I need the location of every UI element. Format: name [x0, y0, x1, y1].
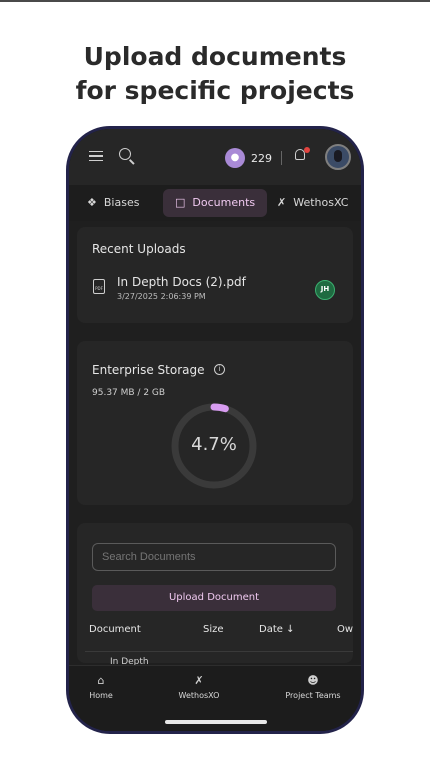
table-divider: [85, 651, 353, 652]
tab-bar: ❖ Biases □ Documents ✗ WethosXC: [69, 185, 361, 221]
upload-document-button[interactable]: Upload Document: [92, 585, 336, 611]
owl-badge-icon[interactable]: ●: [225, 148, 245, 168]
bottom-nav: ⌂ Home ✗ WethosXO ☻ Project Teams: [69, 665, 361, 731]
headline-line-1: Upload documents: [83, 42, 347, 71]
storage-card: Enterprise Storage i 95.37 MB / 2 GB 4.7…: [77, 341, 353, 505]
brain-icon: ❖: [87, 196, 97, 209]
phone-frame: ● 229 ❖ Biases □ Documents ✗ WethosXC Recen…: [66, 126, 364, 734]
avatar[interactable]: [325, 144, 351, 170]
credit-count: 229: [251, 152, 272, 165]
column-document[interactable]: Document: [89, 624, 141, 635]
tab-documents-label: Documents: [192, 196, 256, 209]
notification-dot: [304, 147, 310, 153]
nav-home-label: Home: [89, 691, 113, 700]
nav-wethosxo[interactable]: ✗ WethosXO: [169, 674, 229, 700]
recent-file-name[interactable]: In Depth Docs (2).pdf: [117, 275, 246, 289]
search-documents-input[interactable]: [92, 543, 336, 571]
pdf-icon: PDF: [93, 279, 105, 294]
home-icon: ⌂: [97, 674, 105, 687]
storage-title: Enterprise Storage: [92, 363, 205, 377]
tab-wethosxc[interactable]: ✗ WethosXC: [277, 189, 348, 217]
nav-project-teams[interactable]: ☻ Project Teams: [277, 674, 349, 700]
tab-biases-label: Biases: [103, 196, 140, 209]
documents-card: Upload Document Document Size Date ↓ Ow …: [77, 523, 353, 667]
xo-icon: ✗: [277, 196, 287, 209]
column-owner[interactable]: Ow: [337, 624, 353, 635]
app-screen: ● 229 ❖ Biases □ Documents ✗ WethosXC Recen…: [69, 129, 361, 731]
search-icon[interactable]: [119, 148, 131, 160]
tab-documents[interactable]: □ Documents: [163, 189, 267, 217]
topbar-divider: [281, 151, 282, 165]
top-divider: [0, 0, 430, 2]
tab-biases[interactable]: ❖ Biases: [87, 189, 139, 217]
hamburger-menu-icon[interactable]: [89, 151, 103, 162]
column-date[interactable]: Date ↓: [259, 624, 294, 635]
recent-uploads-title: Recent Uploads: [92, 242, 186, 256]
recent-file-date: 3/27/2025 2:06:39 PM: [117, 292, 206, 301]
storage-used: 95.37 MB / 2 GB: [92, 388, 166, 398]
xo-icon: ✗: [194, 674, 204, 687]
info-icon[interactable]: i: [214, 364, 225, 375]
team-icon: ☻: [307, 674, 319, 687]
recent-uploads-card: Recent Uploads PDF In Depth Docs (2).pdf…: [77, 227, 353, 323]
column-size[interactable]: Size: [203, 624, 224, 635]
headline-line-2: for specific projects: [75, 76, 355, 105]
storage-percent: 4.7%: [191, 434, 237, 455]
uploader-avatar: JH: [315, 280, 335, 300]
file-icon: □: [175, 196, 186, 209]
headline: Upload documents for specific projects: [0, 40, 430, 108]
nav-wethosxo-label: WethosXO: [178, 691, 220, 700]
tab-wethosxc-label: WethosXC: [293, 196, 349, 209]
top-bar: ● 229: [69, 129, 361, 185]
nav-home[interactable]: ⌂ Home: [81, 674, 121, 700]
nav-project-teams-label: Project Teams: [285, 691, 341, 700]
home-indicator: [165, 720, 267, 724]
